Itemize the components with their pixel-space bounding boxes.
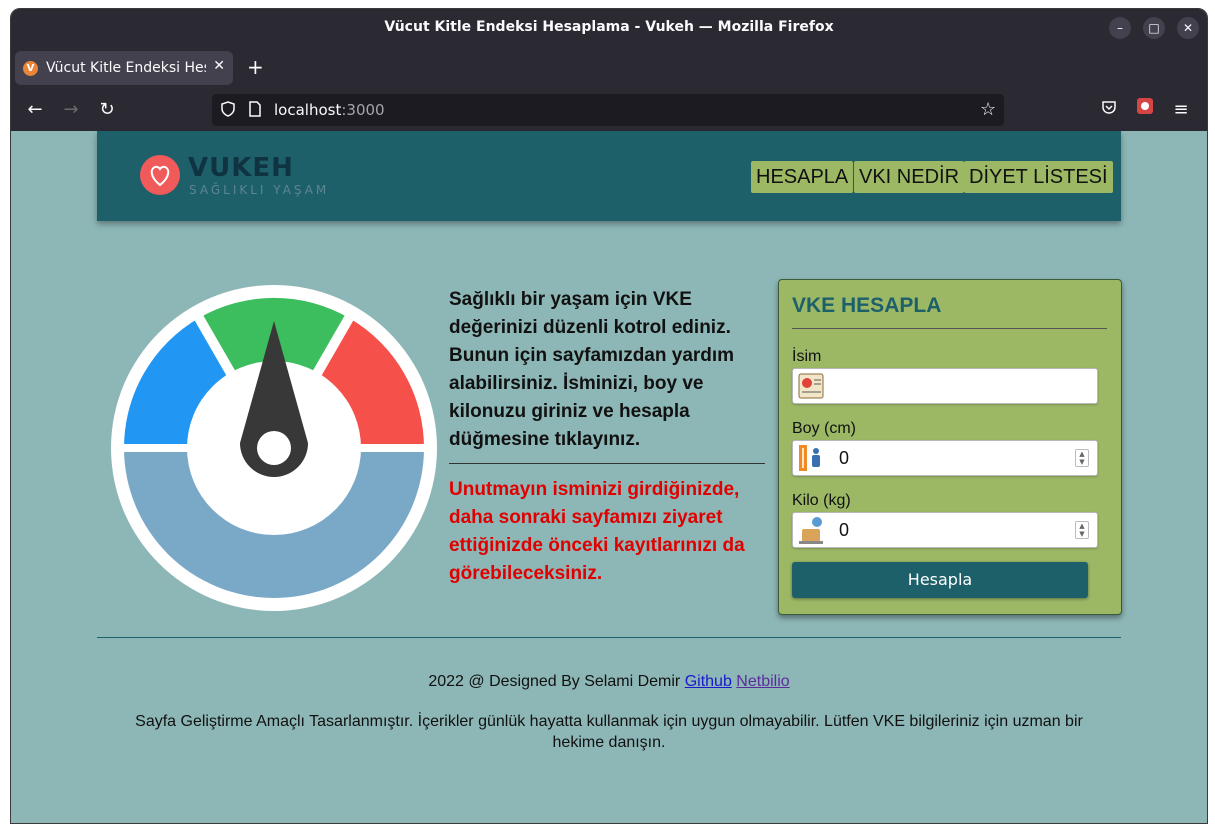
- form-title: VKE HESAPLA: [792, 294, 942, 317]
- pocket-icon[interactable]: [1095, 97, 1123, 123]
- name-label: İsim: [792, 348, 822, 365]
- weight-scale-icon: [799, 517, 823, 544]
- intro-divider: [449, 463, 765, 464]
- url-text: localhost:3000: [274, 101, 385, 119]
- weight-label: Kilo (kg): [792, 492, 851, 509]
- forward-button[interactable]: →: [57, 97, 85, 123]
- minimize-button[interactable]: –: [1109, 17, 1131, 39]
- form-divider: [792, 328, 1107, 329]
- bmi-form-card: VKE HESAPLA İsim Boy (cm) 0 ▲ ▼ Kilo (kg…: [778, 279, 1122, 615]
- nav-diyet-listesi[interactable]: DİYET LİSTESİ: [964, 161, 1113, 193]
- browser-window: Vücut Kitle Endeksi Hesaplama - Vukeh — …: [10, 8, 1208, 824]
- id-card-icon: [798, 373, 824, 399]
- close-window-button[interactable]: ✕: [1177, 17, 1199, 39]
- netbilio-link[interactable]: Netbilio: [736, 673, 789, 690]
- navigation-toolbar: ← → ↻ localhost:3000 ☆ ≡: [11, 89, 1207, 131]
- tab-title: Vücut Kitle Endeksi Hesaplama - Vukeh: [46, 60, 206, 76]
- tab-bar: V Vücut Kitle Endeksi Hesaplama - Vukeh …: [11, 47, 1207, 89]
- site-header: VUKEH SAĞLIKLI YAŞAM HESAPLA VKI NEDİR D…: [97, 131, 1121, 221]
- new-tab-button[interactable]: +: [247, 55, 264, 79]
- footer-divider: [97, 637, 1121, 638]
- logo-title[interactable]: VUKEH: [188, 153, 294, 183]
- nav-vki-nedir[interactable]: VKI NEDİR: [854, 161, 965, 193]
- hesapla-button[interactable]: Hesapla: [792, 562, 1088, 598]
- back-button[interactable]: ←: [21, 97, 49, 123]
- height-field[interactable]: 0 ▲ ▼: [792, 440, 1098, 476]
- title-bar: Vücut Kitle Endeksi Hesaplama - Vukeh — …: [11, 9, 1207, 47]
- gauge-needle-hub: [257, 431, 291, 465]
- menu-icon[interactable]: ≡: [1167, 97, 1195, 123]
- height-measure-icon: [799, 445, 820, 471]
- weight-stepper[interactable]: ▲ ▼: [1075, 521, 1089, 539]
- window-title: Vücut Kitle Endeksi Hesaplama - Vukeh — …: [384, 19, 834, 35]
- logo-heart-icon[interactable]: [140, 155, 180, 195]
- bookmark-star-icon[interactable]: ☆: [980, 99, 996, 120]
- text-cursor-icon: I: [579, 373, 584, 392]
- footer-disclaimer: Sayfa Geliştirme Amaçlı Tasarlanmıştır. …: [135, 713, 1083, 751]
- warning-text: Unutmayın isminizi girdiğinizde, daha so…: [449, 479, 745, 584]
- footer-credit-text: 2022 @ Designed By Selami Demir: [428, 673, 681, 690]
- intro-text: Sağlıklı bir yaşam için VKE değerinizi d…: [449, 289, 735, 450]
- shield-icon[interactable]: [220, 101, 236, 121]
- maximize-button[interactable]: □: [1143, 17, 1165, 39]
- close-tab-icon[interactable]: ✕: [213, 58, 225, 74]
- browser-tab[interactable]: V Vücut Kitle Endeksi Hesaplama - Vukeh …: [15, 51, 233, 85]
- address-bar[interactable]: localhost:3000 ☆: [212, 94, 1004, 126]
- page-content: VUKEH SAĞLIKLI YAŞAM HESAPLA VKI NEDİR D…: [11, 131, 1207, 823]
- site-favicon-icon: V: [23, 61, 38, 76]
- reload-button[interactable]: ↻: [93, 97, 121, 123]
- name-field[interactable]: [792, 368, 1098, 404]
- height-value: 0: [839, 448, 850, 468]
- nav-hesapla[interactable]: HESAPLA: [751, 161, 854, 193]
- height-label: Boy (cm): [792, 420, 856, 437]
- weight-value: 0: [839, 520, 850, 540]
- logo-subtitle: SAĞLIKLI YAŞAM: [189, 183, 330, 197]
- weight-field[interactable]: 0 ▲ ▼: [792, 512, 1098, 548]
- height-stepper[interactable]: ▲ ▼: [1075, 449, 1089, 467]
- github-link[interactable]: Github: [685, 673, 732, 690]
- footer-credit: 2022 @ Designed By Selami Demir Github N…: [11, 673, 1207, 691]
- extension-icon[interactable]: [1131, 97, 1159, 123]
- page-icon[interactable]: [248, 101, 262, 121]
- bmi-gauge-illustration: [111, 285, 437, 611]
